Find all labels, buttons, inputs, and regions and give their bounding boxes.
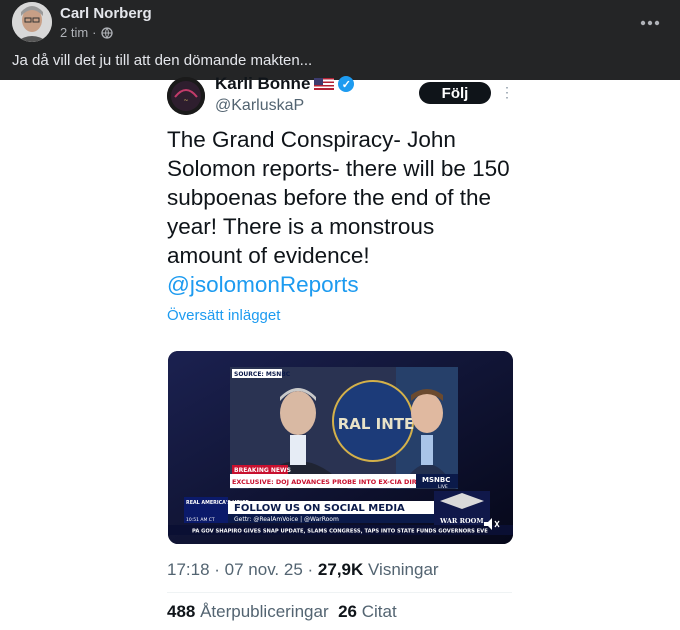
follow-button: Följ [419,82,491,104]
views-label: Visningar [363,560,439,579]
svg-text:~: ~ [183,97,188,104]
display-name-text: Karli Bonne [215,74,311,93]
seal-text: RAL INTE [338,415,415,433]
tweet-body: The Grand Conspiracy- John Solomon repor… [167,125,512,299]
post-header: Carl Norberg 2 tim · Ja då vill det ju t… [0,0,680,80]
social-handles: Gettr: @RealAmVoice | @WarRoom [234,516,339,523]
post-time[interactable]: 2 tim [60,25,88,40]
tweet-timestamp: 17:18 · 07 nov. 25 · 27,9K Visningar [167,560,439,580]
tweet-handle: @KarluskaP [215,97,305,114]
warroom-logo: WAR ROOM [439,517,484,525]
network-logo: MSNBC [422,476,450,484]
tweet-mention: @jsolomonReports [167,272,359,297]
quotes-label: Citat [357,602,397,621]
divider [167,592,512,593]
translate-link: Översätt inlägget [167,307,281,324]
source-tag: SOURCE: MSNBC [234,371,291,378]
post-meta: 2 tim · [60,25,113,40]
meta-separator: · [92,25,97,40]
tweet-video: RAL INTE SOURCE: MSNBC BREAKING NEWS EXC… [168,351,513,544]
author-name[interactable]: Carl Norberg [60,5,152,22]
more-options-icon[interactable] [640,10,660,31]
views-count: 27,9K [317,560,364,579]
verified-badge-icon: ✓ [338,76,355,92]
timestamp-text: 17:18 · 07 nov. 25 · [167,560,318,579]
quotes-count: 26 [338,602,357,621]
globe-icon [100,26,113,39]
social-banner: FOLLOW US ON SOCIAL MEDIA [234,503,405,514]
reposts-label: Återpubliceringar [195,602,329,621]
time-tag: 10:51 AM CT [186,517,215,523]
news-ticker: PA GOV SHAPIRO GIVES SNAP UPDATE, SLAMS … [192,529,488,535]
breaking-label: BREAKING NEWS [234,467,291,474]
tweet-more-icon: ⋮ [500,84,514,100]
live-tag: LIVE [438,484,448,490]
post-text: Ja då vill det ju till att den dömande m… [12,52,313,69]
us-flag-icon [314,78,335,90]
tweet-stats: 488 Återpubliceringar 26 Citat [167,602,397,622]
tweet-avatar: ~ [167,77,205,115]
tweet-text: The Grand Conspiracy- John Solomon repor… [167,127,510,268]
author-avatar[interactable] [12,2,52,42]
shared-image[interactable]: ~ Karli Bonne ✓ @KarluskaP Följ ⋮ The Gr… [0,74,680,630]
reposts-count: 488 [167,602,196,621]
tweet-display-name: Karli Bonne ✓ [215,74,355,94]
